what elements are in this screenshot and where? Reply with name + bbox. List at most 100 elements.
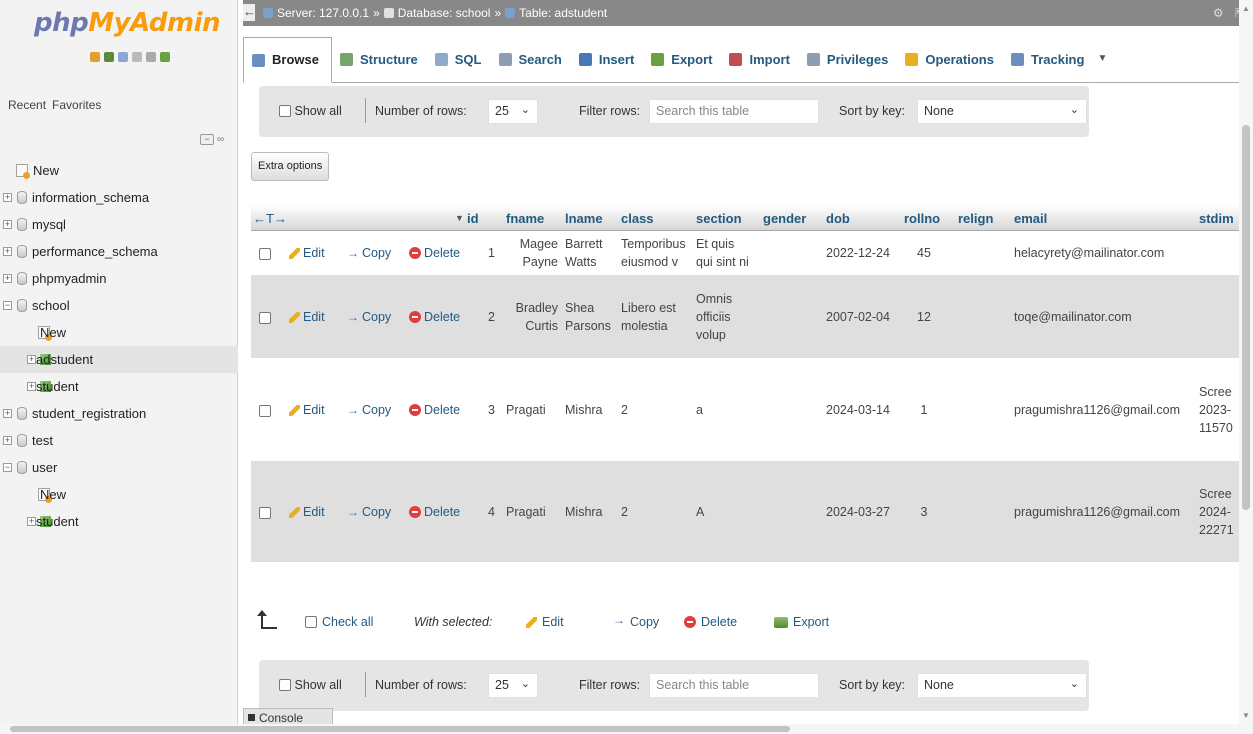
delete-row-button[interactable]: Delete [409, 401, 460, 421]
documentation-icon[interactable] [132, 52, 142, 62]
copy-row-button[interactable]: Copy [347, 308, 391, 328]
collapse-icon[interactable]: − [3, 463, 12, 472]
edit-row-button[interactable]: Edit [289, 308, 325, 328]
tab-tracking[interactable]: Tracking [1003, 37, 1093, 82]
row-select[interactable] [259, 309, 271, 327]
row-select[interactable] [259, 504, 271, 522]
tab-export[interactable]: Export [643, 37, 721, 82]
tab-privileges[interactable]: Privileges [799, 37, 897, 82]
breadcrumb-database[interactable]: Database: school [398, 6, 491, 20]
expand-icon[interactable]: + [3, 409, 12, 418]
delete-row-button[interactable]: Delete [409, 308, 460, 328]
nav-tree-item[interactable]: + phpmyadmin [0, 265, 238, 292]
copy-row-button[interactable]: Copy [347, 401, 391, 421]
copy-row-button[interactable]: Copy [347, 503, 391, 523]
column-header-dob[interactable]: dob [826, 211, 850, 226]
filter-rows-input[interactable]: Search this table [649, 673, 819, 698]
expand-icon[interactable]: + [3, 220, 12, 229]
scrollbar-thumb[interactable] [10, 726, 790, 732]
edit-row-button[interactable]: Edit [289, 244, 325, 264]
nav-tree-item[interactable]: New [0, 319, 238, 346]
expand-icon[interactable]: + [3, 193, 12, 202]
show-all-toggle[interactable]: Show all [279, 678, 342, 692]
expand-icon[interactable]: + [27, 355, 36, 364]
horizontal-scrollbar[interactable] [0, 724, 1253, 734]
more-tabs-icon[interactable]: ▼ [1097, 37, 1107, 81]
bulk-export-button[interactable]: Export [774, 615, 829, 629]
show-all-toggle[interactable]: Show all [279, 104, 342, 118]
nav-tree-item[interactable]: + student_registration [0, 400, 238, 427]
column-header-relign[interactable]: relign [958, 211, 993, 226]
row-select[interactable] [259, 402, 271, 420]
tab-insert[interactable]: Insert [571, 37, 643, 82]
column-header-rollno[interactable]: rollno [904, 211, 940, 226]
column-visibility-toggle[interactable]: ←T→ [253, 211, 287, 226]
favorites-tab[interactable]: Favorites [52, 98, 101, 112]
column-header-gender[interactable]: gender [763, 211, 806, 226]
row-checkbox[interactable] [259, 248, 271, 260]
edit-row-button[interactable]: Edit [289, 401, 325, 421]
row-checkbox[interactable] [259, 405, 271, 417]
tab-structure[interactable]: Structure [332, 37, 427, 82]
tab-search[interactable]: Search [491, 37, 571, 82]
nav-tree-item[interactable]: New [0, 481, 238, 508]
bulk-copy-button[interactable]: Copy [613, 613, 659, 630]
tab-browse[interactable]: Browse [243, 37, 332, 83]
copy-row-button[interactable]: Copy [347, 244, 391, 264]
logout-icon[interactable] [104, 52, 114, 62]
column-header-stdim[interactable]: stdim [1199, 211, 1234, 226]
expand-icon[interactable]: + [27, 382, 36, 391]
reload-icon[interactable] [160, 52, 170, 62]
collapse-all-icon[interactable]: − [200, 134, 214, 145]
expand-icon[interactable]: + [3, 436, 12, 445]
sort-by-key-select[interactable]: None ⌄ [917, 673, 1087, 698]
query-window-icon[interactable] [118, 52, 128, 62]
scrollbar-thumb[interactable] [1242, 125, 1250, 510]
delete-row-button[interactable]: Delete [409, 503, 460, 523]
nav-tree-item[interactable]: + test [0, 427, 238, 454]
expand-icon[interactable]: + [27, 517, 36, 526]
breadcrumb-table[interactable]: Table: adstudent [519, 6, 607, 20]
nav-tree-item[interactable]: + mysql [0, 211, 238, 238]
tab-import[interactable]: Import [721, 37, 798, 82]
bulk-edit-button[interactable]: Edit [526, 615, 564, 629]
vertical-scrollbar[interactable]: ▲ ▼ [1239, 0, 1253, 734]
nav-tree-item[interactable]: + adstudent [0, 346, 238, 373]
collapse-nav-icon[interactable]: ← [243, 4, 256, 21]
row-checkbox[interactable] [259, 312, 271, 324]
scroll-down-icon[interactable]: ▼ [1242, 711, 1250, 720]
nav-tree-item[interactable]: + information_schema [0, 184, 238, 211]
tab-operations[interactable]: Operations [897, 37, 1003, 82]
show-all-checkbox[interactable] [279, 679, 291, 691]
nav-tree-item[interactable]: New [0, 157, 238, 184]
delete-row-button[interactable]: Delete [409, 244, 460, 264]
expand-icon[interactable]: + [3, 274, 12, 283]
edit-row-button[interactable]: Edit [289, 503, 325, 523]
column-header-email[interactable]: email [1014, 211, 1047, 226]
row-select[interactable] [259, 245, 271, 263]
sort-by-key-select[interactable]: None ⌄ [917, 99, 1087, 124]
row-checkbox[interactable] [259, 507, 271, 519]
number-of-rows-select[interactable]: 25 ⌄ [488, 673, 538, 698]
nav-tree-item[interactable]: − user [0, 454, 238, 481]
scroll-up-icon[interactable]: ▲ [1242, 4, 1250, 13]
collapse-icon[interactable]: − [3, 301, 12, 310]
home-icon[interactable] [90, 52, 100, 62]
phpmyadmin-logo[interactable]: phpMyAdmin [34, 8, 221, 38]
nav-tree-item[interactable]: − school [0, 292, 238, 319]
column-header-id[interactable]: id [467, 211, 479, 226]
number-of-rows-select[interactable]: 25 ⌄ [488, 99, 538, 124]
column-header-lname[interactable]: lname [565, 211, 603, 226]
check-all-toggle[interactable]: Check all [305, 615, 373, 629]
expand-icon[interactable]: + [3, 247, 12, 256]
column-header-class[interactable]: class [621, 211, 654, 226]
nav-tree-item[interactable]: + student [0, 373, 238, 400]
filter-rows-input[interactable]: Search this table [649, 99, 819, 124]
column-header-section[interactable]: section [696, 211, 742, 226]
link-with-main-icon[interactable]: ∞ [217, 134, 224, 145]
show-all-checkbox[interactable] [279, 105, 291, 117]
breadcrumb-server[interactable]: Server: 127.0.0.1 [277, 6, 369, 20]
extra-options-button[interactable]: Extra options [251, 152, 330, 181]
tab-sql[interactable]: SQL [427, 37, 491, 82]
recent-tab[interactable]: Recent [8, 98, 46, 112]
